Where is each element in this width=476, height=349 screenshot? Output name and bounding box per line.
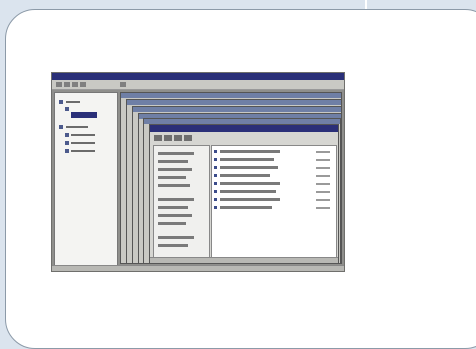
list-row xyxy=(220,198,280,201)
item-icon xyxy=(214,174,217,177)
front-window-list xyxy=(211,145,337,262)
list-cell xyxy=(316,175,330,177)
toolbar-icon xyxy=(184,135,192,141)
front-window-titlebar xyxy=(150,125,338,132)
toolbar-icon xyxy=(80,82,86,87)
item-icon xyxy=(65,149,69,153)
toolbar-icon xyxy=(72,82,78,87)
navigation-tree xyxy=(54,92,118,270)
toolbar-icon xyxy=(164,135,172,141)
screenshot-menubar xyxy=(52,80,344,90)
toolbar-icon xyxy=(174,135,182,141)
list-row xyxy=(220,150,280,153)
list-cell xyxy=(316,159,330,161)
screenshot-statusbar xyxy=(52,265,344,271)
front-window xyxy=(149,124,339,264)
list-row xyxy=(220,166,278,169)
tree-node xyxy=(158,206,188,209)
toolbar-icon xyxy=(64,82,70,87)
list-cell xyxy=(316,183,330,185)
tree-node xyxy=(158,168,192,171)
list-cell xyxy=(316,199,330,201)
item-icon xyxy=(214,182,217,185)
tree-node xyxy=(158,184,190,187)
toolbar-icon xyxy=(120,82,126,87)
item-icon xyxy=(65,133,69,137)
tree-node xyxy=(71,142,95,144)
front-window-statusbar xyxy=(150,257,338,263)
list-row xyxy=(220,190,276,193)
list-cell xyxy=(316,191,330,193)
toolbar-icon xyxy=(56,82,62,87)
tree-node xyxy=(158,244,188,247)
tree-node xyxy=(158,214,192,217)
item-icon xyxy=(214,158,217,161)
tree-node xyxy=(158,222,186,225)
tree-node xyxy=(158,152,194,155)
list-row xyxy=(220,174,270,177)
list-cell xyxy=(316,151,330,153)
tree-node xyxy=(158,176,186,179)
folder-icon xyxy=(59,100,63,104)
list-cell xyxy=(316,167,330,169)
application-screenshot xyxy=(51,72,345,272)
tree-node xyxy=(158,198,194,201)
tree-node xyxy=(66,101,80,103)
item-icon xyxy=(214,166,217,169)
tree-node xyxy=(71,150,95,152)
folder-icon xyxy=(65,107,69,111)
list-row xyxy=(220,158,274,161)
item-icon xyxy=(214,150,217,153)
tree-node xyxy=(71,134,95,136)
toolbar-icon xyxy=(154,135,162,141)
list-row xyxy=(220,206,272,209)
folder-icon xyxy=(59,125,63,129)
item-icon xyxy=(214,190,217,193)
screenshot-titlebar xyxy=(52,73,344,80)
tree-node xyxy=(66,126,88,128)
item-icon xyxy=(214,206,217,209)
item-icon xyxy=(214,198,217,201)
tree-node xyxy=(158,160,188,163)
list-row xyxy=(220,182,280,185)
front-window-tree xyxy=(153,145,210,262)
item-icon xyxy=(65,141,69,145)
tree-node xyxy=(158,236,194,239)
list-cell xyxy=(316,207,330,209)
tree-node-selected xyxy=(71,112,97,118)
